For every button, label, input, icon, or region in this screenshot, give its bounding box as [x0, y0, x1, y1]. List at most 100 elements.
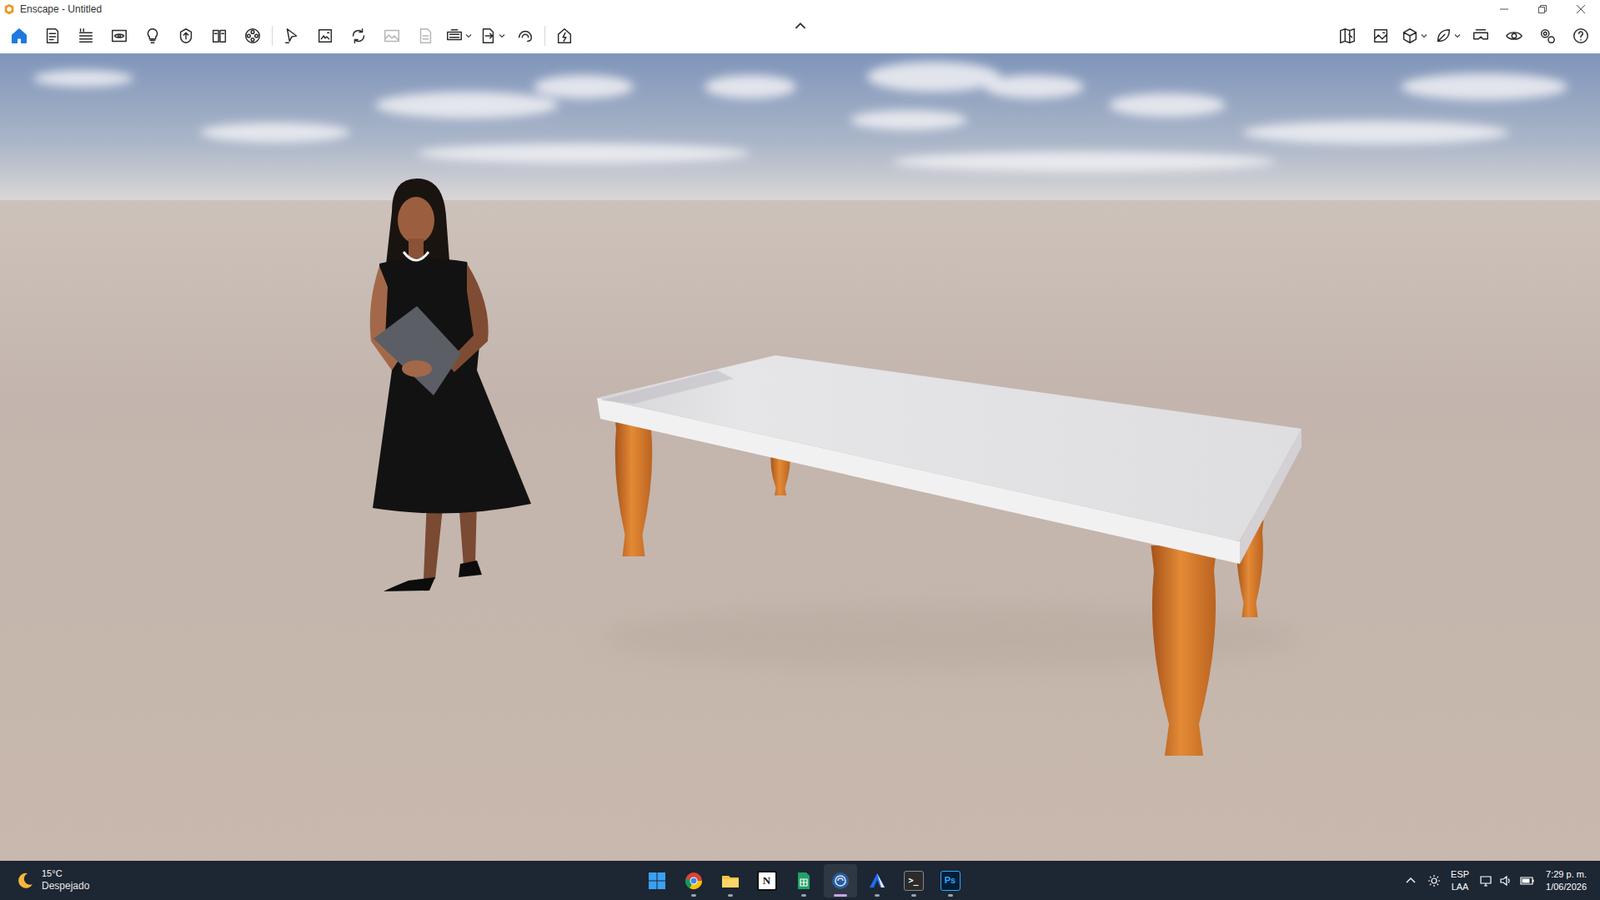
collapse-toolbar-button[interactable]: [790, 21, 811, 54]
toolbar-button[interactable]: [1399, 21, 1429, 51]
weather-temperature: 15°C: [41, 867, 90, 880]
toolbar-tool-icon: [1571, 26, 1590, 46]
taskbar-app[interactable]: [640, 863, 674, 898]
toolbar-tool-icon: [210, 26, 229, 46]
window-title: Enscape - Untitled: [20, 3, 102, 16]
weather-condition: Despejado: [41, 879, 90, 893]
toolbar-button[interactable]: [511, 21, 540, 51]
toolbar-tool-icon: [416, 26, 435, 46]
app-logo-icon: [793, 870, 814, 891]
clock[interactable]: 7:29 p. m. 1/06/2026: [1545, 867, 1592, 893]
toolbar-tool-icon: [478, 26, 497, 46]
toolbar-tool-icon: [1504, 26, 1524, 46]
close-button[interactable]: [1561, 0, 1600, 19]
running-indicator: [833, 893, 848, 897]
toolbar-button[interactable]: [5, 21, 34, 51]
toolbar-button[interactable]: [1433, 21, 1462, 51]
toolbar-tool-icon: [143, 26, 162, 46]
toolbar-button[interactable]: [377, 21, 407, 51]
dropdown-arrow-icon[interactable]: [1419, 31, 1429, 41]
toolbar-button[interactable]: [411, 21, 440, 51]
toolbar-button[interactable]: [238, 21, 267, 51]
taskbar-app[interactable]: N: [750, 863, 784, 898]
toolbar-button[interactable]: [444, 21, 473, 51]
toolbar-button[interactable]: [171, 21, 201, 51]
enscape-logo-icon: [3, 3, 16, 16]
toolbar-button[interactable]: [277, 21, 306, 51]
taskbar-app[interactable]: [677, 863, 711, 898]
clouds: [33, 61, 1568, 172]
restore-button[interactable]: [1523, 0, 1562, 19]
toolbar-tool-icon: [1434, 26, 1453, 46]
battery-icon: [1519, 873, 1536, 888]
taskbar-app[interactable]: [787, 863, 821, 898]
table: [596, 355, 1302, 756]
dropdown-arrow-icon[interactable]: [1453, 31, 1462, 41]
taskbar-app[interactable]: Ps: [933, 863, 968, 898]
taskbar-app[interactable]: [860, 863, 894, 898]
minimize-button[interactable]: [1484, 0, 1524, 19]
toolbar-tool-icon: [349, 26, 368, 46]
toolbar-tool-icon: [382, 26, 402, 46]
running-indicator: [911, 893, 917, 897]
toolbar-tool-icon: [1538, 26, 1557, 46]
input-language[interactable]: ESP LAA: [1450, 867, 1470, 893]
toolbar-tool-icon: [43, 26, 62, 46]
title-bar: Enscape - Untitled: [0, 0, 1600, 19]
clock-date: 1/06/2026: [1545, 880, 1587, 893]
app-logo-icon: N: [757, 870, 778, 891]
app-logo-icon: [683, 870, 704, 891]
app-logo-icon: [867, 870, 888, 891]
toolbar-tool-icon: [243, 26, 262, 46]
toolbar-tool-icon: [282, 26, 301, 46]
toolbar-button[interactable]: [205, 21, 234, 51]
chevron-up-icon: [794, 21, 807, 30]
toolbar-tool-icon: [1400, 26, 1420, 46]
toolbar-button[interactable]: [1566, 21, 1595, 51]
toolbar-button[interactable]: [310, 21, 340, 51]
system-tray: ESP LAA 7:29 p. m. 1/06/2026: [1404, 867, 1592, 893]
toolbar-button[interactable]: [1466, 21, 1495, 51]
restore-icon: [1538, 5, 1547, 14]
toolbar-group: [277, 21, 540, 51]
taskbar-app[interactable]: >_: [897, 863, 931, 898]
app-logo-icon: Ps: [940, 870, 961, 891]
toolbar-button[interactable]: [38, 21, 67, 51]
running-indicator: [727, 893, 733, 897]
dropdown-arrow-icon[interactable]: [497, 31, 507, 41]
toolbar-tool-icon: [555, 26, 574, 46]
app-logo-icon: >_: [903, 870, 924, 891]
weather-widget[interactable]: 15°C Despejado: [15, 867, 641, 893]
toolbar-button[interactable]: [1499, 21, 1529, 51]
sky: [0, 53, 1600, 201]
render-viewport[interactable]: [0, 53, 1600, 861]
moon-icon: [15, 870, 36, 891]
running-indicator: [947, 893, 953, 897]
app-logo-icon: [647, 870, 668, 891]
quick-settings[interactable]: [1479, 873, 1536, 888]
dropdown-arrow-icon[interactable]: [464, 31, 473, 41]
close-icon: [1576, 5, 1585, 14]
ground: [0, 200, 1600, 861]
app-logo-icon: [720, 870, 741, 891]
toolbar-button[interactable]: [138, 21, 167, 51]
toolbar-tool-icon: [445, 26, 464, 46]
brightness-icon[interactable]: [1427, 873, 1441, 888]
toolbar-button[interactable]: [344, 21, 373, 51]
toolbar-button[interactable]: [550, 21, 579, 51]
taskbar-app[interactable]: [713, 863, 748, 898]
toolbar-button[interactable]: [477, 21, 507, 51]
taskbar-app[interactable]: [823, 863, 858, 898]
toolbar-button[interactable]: [71, 21, 101, 51]
woman-figure: [370, 178, 532, 592]
toolbar-group: [5, 21, 267, 51]
keyboard-layout: LAA: [1451, 880, 1470, 893]
toolbar-button[interactable]: [1366, 21, 1395, 51]
taskbar-apps: N >_ Ps: [640, 863, 968, 898]
show-hidden-icons-chevron-icon[interactable]: [1404, 873, 1418, 888]
toolbar-button[interactable]: [105, 21, 134, 51]
toolbar-button[interactable]: [1533, 21, 1562, 51]
toolbar-tool-icon: [1371, 26, 1390, 46]
toolbar-tool-icon: [176, 26, 196, 46]
toolbar-button[interactable]: [1333, 21, 1362, 51]
